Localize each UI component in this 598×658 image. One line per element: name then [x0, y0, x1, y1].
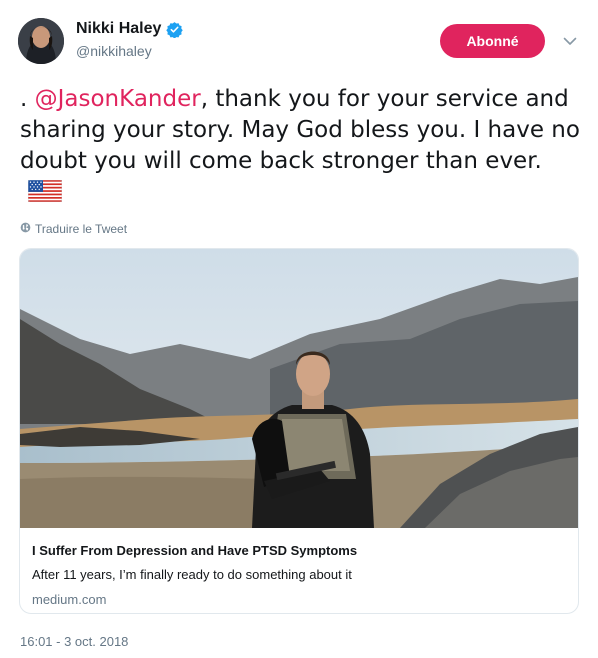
display-name[interactable]: Nikki Haley [76, 20, 161, 38]
card-image [20, 249, 578, 528]
card-domain: medium.com [32, 592, 107, 607]
mention-link[interactable]: @JasonKander [35, 86, 201, 112]
follow-button[interactable]: Abonné [440, 24, 545, 58]
chevron-down-icon[interactable] [561, 34, 579, 48]
card-description: After 11 years, I’m finally ready to do … [32, 567, 352, 582]
translate-link[interactable]: Traduire le Tweet [20, 222, 127, 236]
link-card[interactable]: I Suffer From Depression and Have PTSD S… [19, 248, 579, 614]
translate-label: Traduire le Tweet [35, 222, 128, 236]
tweet-text: . @JasonKander, thank you for your servi… [20, 84, 580, 211]
globe-icon [20, 222, 31, 236]
avatar[interactable] [18, 18, 64, 64]
card-body: I Suffer From Depression and Have PTSD S… [20, 528, 578, 609]
verified-badge-icon [166, 21, 184, 38]
author-handle[interactable]: @nikkihaley [76, 43, 183, 59]
tweet-timestamp[interactable]: 16:01 - 3 oct. 2018 [20, 634, 128, 649]
author-block: Nikki Haley @nikkihaley [76, 20, 184, 59]
card-title: I Suffer From Depression and Have PTSD S… [32, 543, 358, 558]
us-flag-icon [27, 179, 63, 211]
tweet-prefix: . [20, 86, 35, 112]
